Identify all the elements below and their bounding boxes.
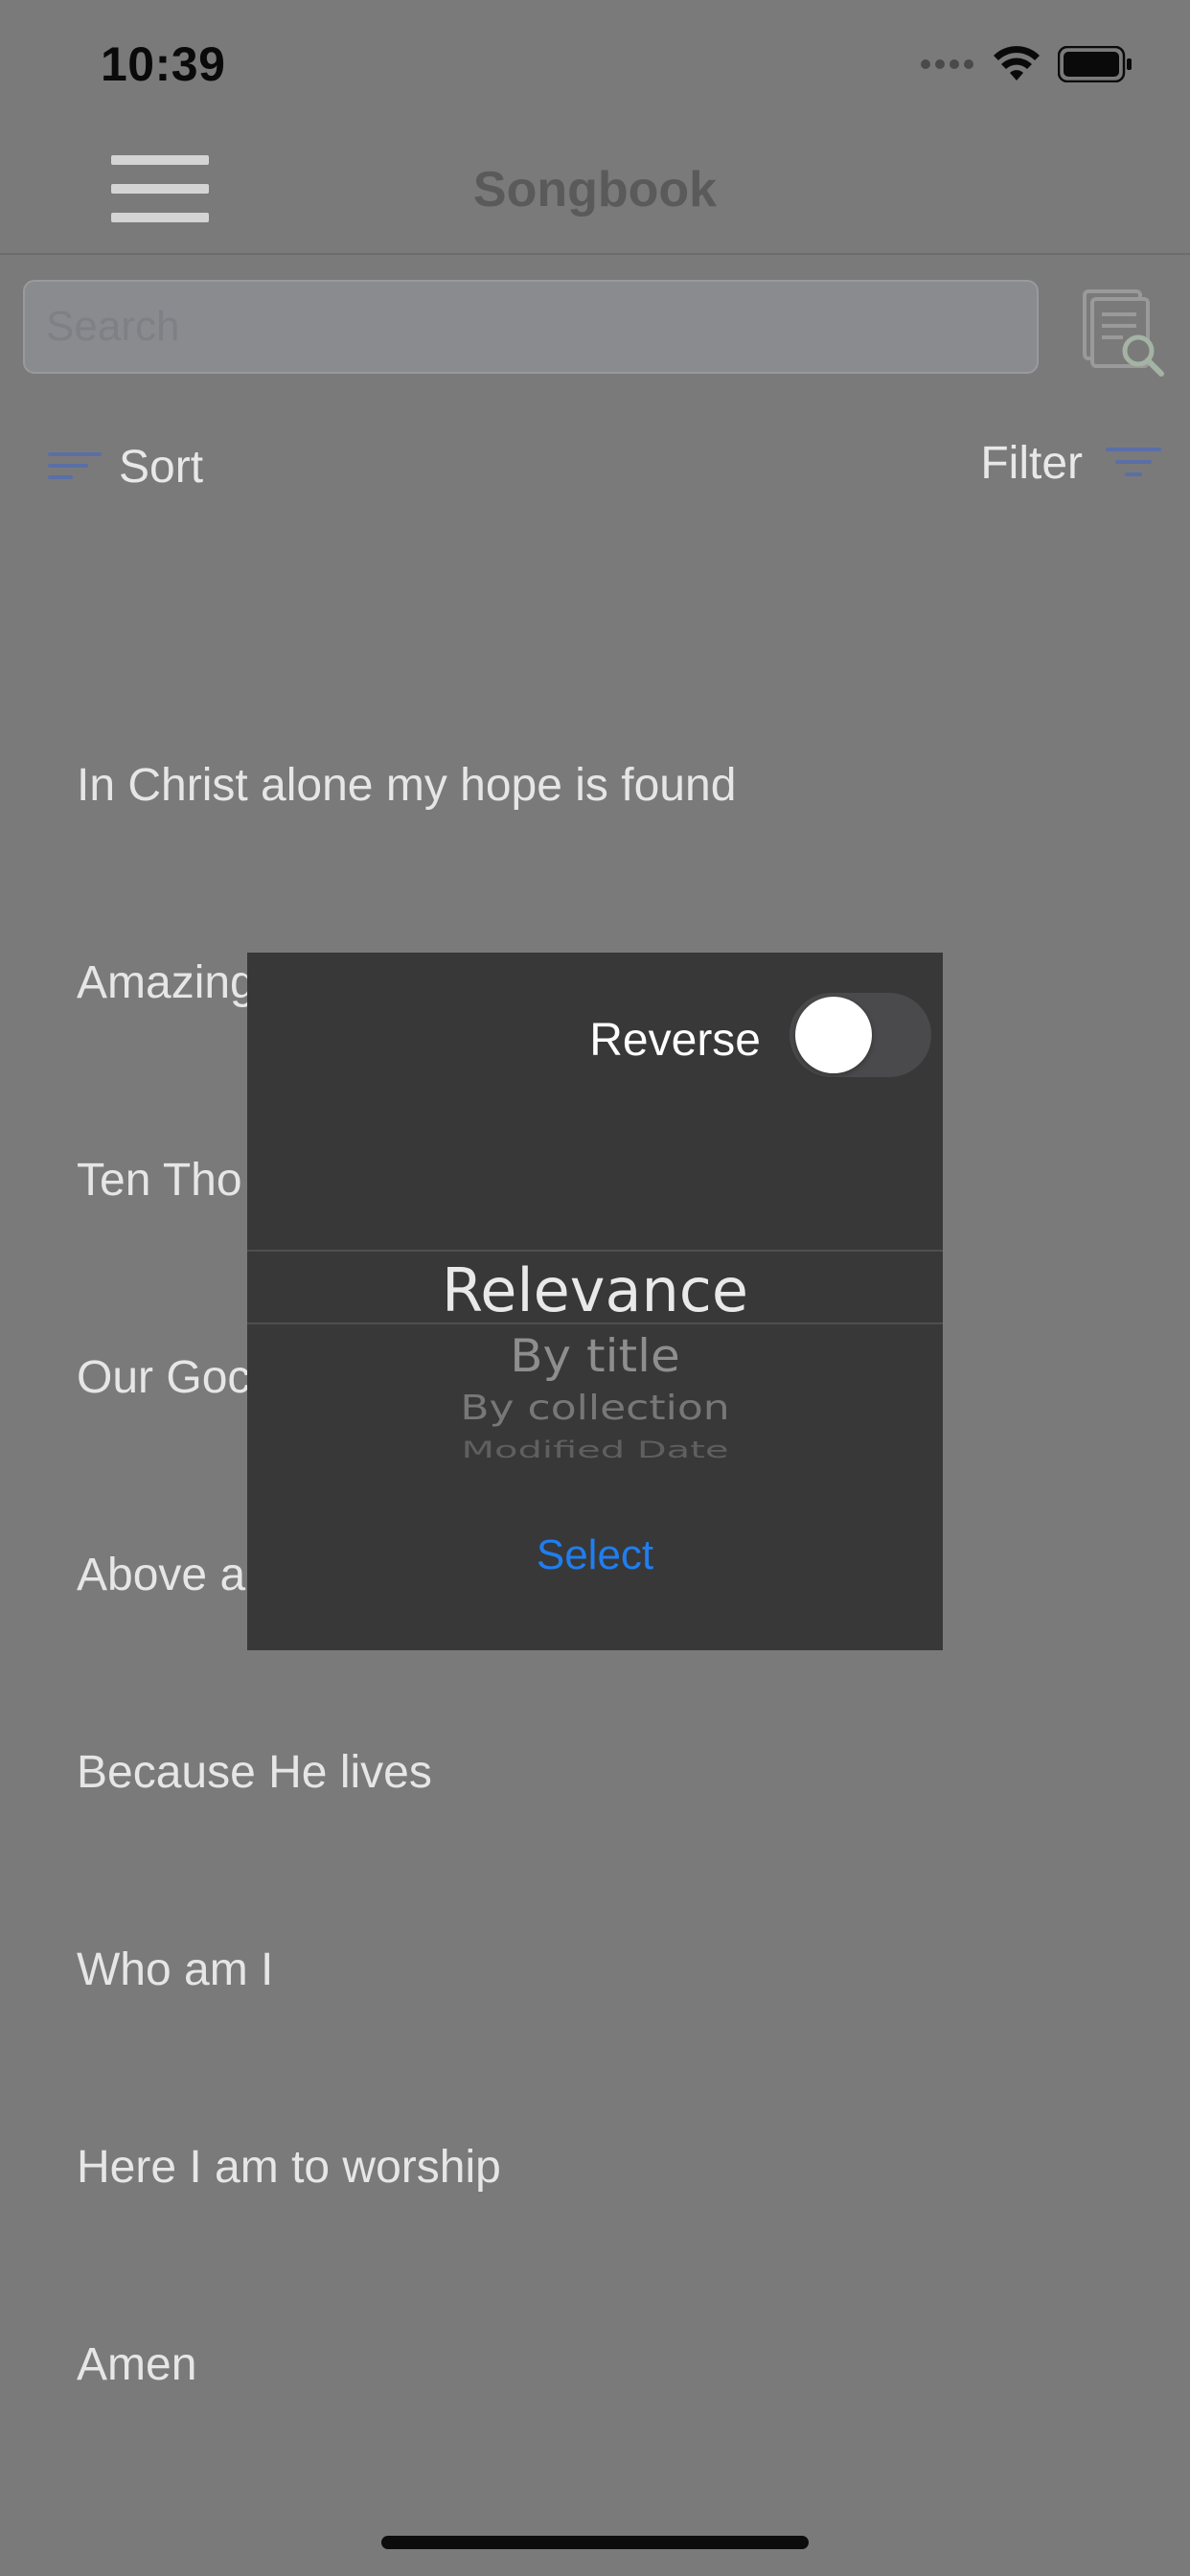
picker-option-relevance[interactable]: Relevance xyxy=(247,1255,943,1325)
list-item[interactable]: Our Goc xyxy=(77,1351,250,1404)
signal-dots-icon xyxy=(921,59,973,69)
status-icons xyxy=(920,46,1133,82)
sort-dialog: Reverse Relevance By title By collection… xyxy=(247,953,943,1650)
page-title: Songbook xyxy=(472,162,718,218)
sort-picker[interactable]: Relevance By title By collection Modifie… xyxy=(247,1183,943,1460)
list-item[interactable]: Above a xyxy=(77,1549,245,1601)
list-item[interactable]: Who am I xyxy=(77,1944,273,1996)
list-item[interactable]: Ten Tho xyxy=(77,1154,242,1207)
wifi-icon xyxy=(994,46,1040,80)
list-item[interactable]: In Christ alone my hope is found xyxy=(77,759,736,812)
status-time: 10:39 xyxy=(101,37,226,91)
toggle-knob xyxy=(795,997,872,1073)
battery-icon xyxy=(1058,46,1132,82)
filter-icon xyxy=(1106,447,1161,476)
list-item[interactable]: Amen xyxy=(77,2338,196,2391)
home-indicator[interactable] xyxy=(381,2536,809,2549)
list-item[interactable]: Here I am to worship xyxy=(77,2141,501,2194)
search-input[interactable] xyxy=(23,280,1039,374)
document-search-icon[interactable] xyxy=(1079,289,1167,378)
picker-option-modified-date[interactable]: Modified Date xyxy=(247,1437,943,1460)
filter-button[interactable]: Filter xyxy=(980,437,1161,490)
filter-label: Filter xyxy=(980,438,1083,489)
picker-option-by-title[interactable]: By title xyxy=(247,1329,943,1382)
sort-button[interactable]: Sort xyxy=(48,441,203,494)
picker-option-by-collection[interactable]: By collection xyxy=(247,1389,943,1428)
select-button[interactable]: Select xyxy=(247,1531,943,1579)
list-item[interactable]: Amazing xyxy=(77,956,256,1009)
reverse-toggle[interactable] xyxy=(790,993,931,1077)
sort-icon xyxy=(48,451,102,479)
sort-label: Sort xyxy=(119,442,204,493)
list-item[interactable]: Because He lives xyxy=(77,1746,432,1799)
reverse-label: Reverse xyxy=(589,1015,761,1066)
